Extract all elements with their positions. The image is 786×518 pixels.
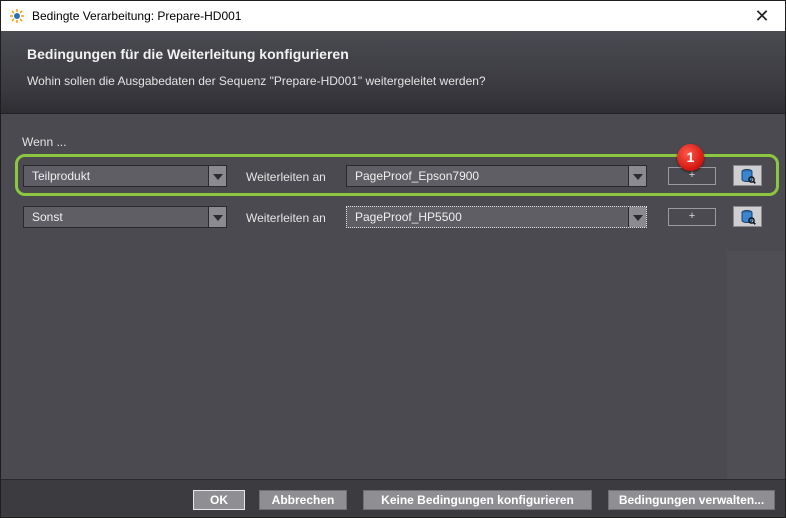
window-title: Bedingte Verarbeitung: Prepare-HD001	[32, 9, 242, 23]
database-button-row1[interactable]	[733, 165, 762, 186]
step-badge: 1	[677, 144, 704, 171]
target-value: PageProof_Epson7900	[355, 169, 480, 183]
condition-select-row1[interactable]: Teilprodukt	[23, 165, 227, 187]
add-condition-button-row2[interactable]: +	[668, 208, 716, 226]
target-value: PageProof_HP5500	[355, 210, 462, 224]
condition-value: Sonst	[32, 210, 63, 224]
scroll-area	[727, 251, 785, 479]
manage-conditions-button[interactable]: Bedingungen verwalten...	[608, 490, 775, 510]
dialog-window: Bedingte Verarbeitung: Prepare-HD001 ✕ B…	[0, 0, 786, 518]
target-select-row2[interactable]: PageProof_HP5500	[346, 206, 647, 228]
database-icon	[741, 169, 756, 184]
close-icon[interactable]: ✕	[739, 1, 785, 31]
title-bar: Bedingte Verarbeitung: Prepare-HD001 ✕	[1, 1, 785, 31]
chevron-down-icon[interactable]	[208, 166, 226, 186]
chevron-down-icon[interactable]	[628, 166, 646, 186]
ok-button[interactable]: OK	[193, 490, 245, 510]
header-subtitle: Wohin sollen die Ausgabedaten der Sequen…	[27, 74, 486, 88]
app-sun-icon	[10, 9, 24, 23]
chevron-down-icon[interactable]	[628, 207, 646, 227]
database-icon	[741, 210, 756, 225]
button-bar: OK Abbrechen Keine Bedingungen konfiguri…	[1, 479, 785, 517]
target-select-row1[interactable]: PageProof_Epson7900	[346, 165, 647, 187]
dialog-header: Bedingungen für die Weiterleitung konfig…	[1, 31, 785, 113]
database-button-row2[interactable]	[733, 206, 762, 227]
condition-value: Teilprodukt	[32, 169, 91, 183]
chevron-down-icon[interactable]	[208, 207, 226, 227]
forward-label-row2: Weiterleiten an	[246, 211, 326, 225]
header-title: Bedingungen für die Weiterleitung konfig…	[27, 46, 349, 62]
cancel-button[interactable]: Abbrechen	[259, 490, 347, 510]
no-conditions-button[interactable]: Keine Bedingungen konfigurieren	[363, 490, 592, 510]
forward-label-row1: Weiterleiten an	[246, 170, 326, 184]
wenn-label: Wenn ...	[22, 135, 67, 149]
condition-select-row2[interactable]: Sonst	[23, 206, 227, 228]
